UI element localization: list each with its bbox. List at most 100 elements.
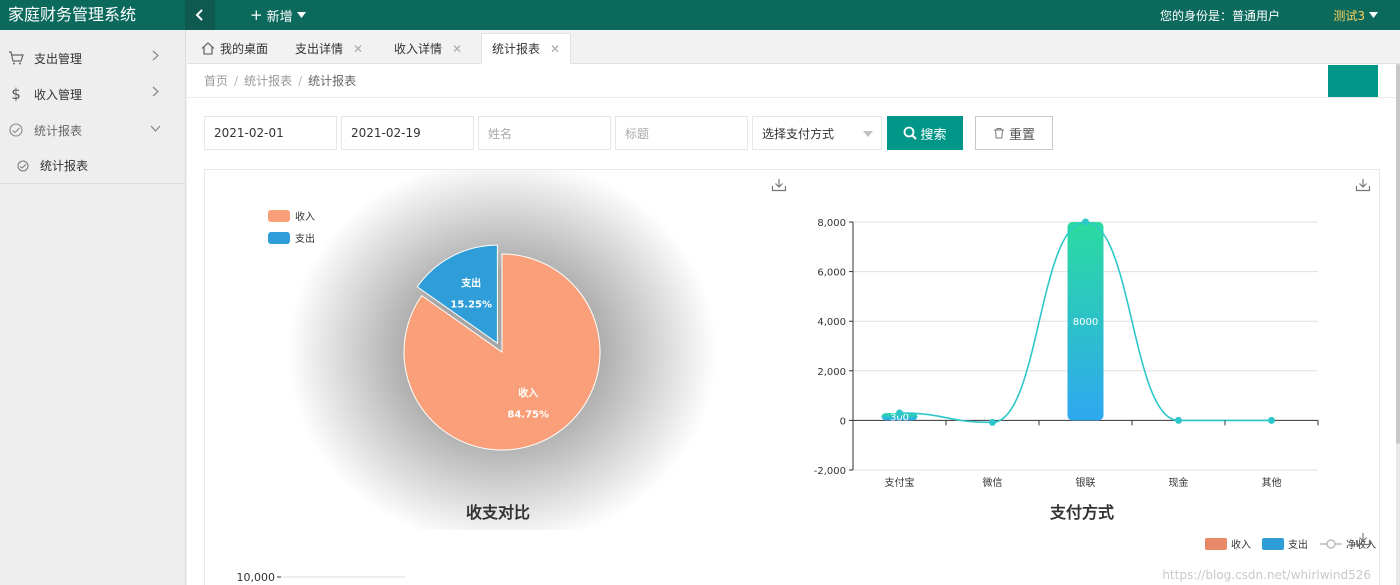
sidebar-item-label: 支出管理 — [34, 51, 83, 66]
caret-down-icon — [296, 12, 306, 18]
line-point[interactable] — [1175, 416, 1182, 424]
breadcrumb-home[interactable]: 首页 — [204, 74, 228, 88]
username: 测试3 — [1333, 8, 1365, 23]
cart-icon — [8, 50, 24, 66]
search-button[interactable]: 搜索 — [887, 116, 963, 150]
y-tick-label: 2,000 — [817, 367, 846, 378]
sidebar-item-label: 统计报表 — [34, 123, 83, 138]
line-point[interactable] — [989, 418, 996, 426]
download-icon[interactable] — [1355, 532, 1371, 546]
search-button-label: 搜索 — [920, 127, 947, 143]
close-icon[interactable]: ✕ — [550, 42, 560, 56]
legend-marker — [1326, 539, 1336, 549]
pie-slice-label: 收入 — [518, 386, 538, 399]
tab-statistics[interactable]: 统计报表 ✕ — [481, 33, 572, 64]
end-date-input[interactable]: 2021-02-19 — [341, 116, 474, 150]
tab-income-detail[interactable]: 收入详情 ✕ — [384, 33, 472, 64]
pie-slice-label: 支出 — [460, 277, 481, 290]
caret-down-icon — [1369, 12, 1378, 18]
legend-label[interactable]: 收入 — [295, 210, 315, 223]
clock-icon — [8, 122, 24, 138]
scrollbar-thumb[interactable] — [1396, 64, 1400, 444]
legend-label[interactable]: 支出 — [295, 232, 315, 245]
x-tick-label: 支付宝 — [885, 476, 915, 489]
legend-swatch[interactable] — [1205, 538, 1227, 550]
line-point[interactable] — [896, 409, 903, 417]
chevron-left-icon — [195, 9, 203, 21]
plus-icon: + — [250, 6, 263, 24]
add-menu-label: 新增 — [266, 9, 293, 25]
home-icon — [201, 42, 215, 55]
chevron-down-icon — [150, 125, 161, 132]
legend-swatch[interactable] — [268, 210, 290, 222]
income-expense-pie-chart: 收入84.75%支出15.25% 收入支出 收支对比 — [268, 170, 717, 530]
legend-label[interactable]: 收入 — [1231, 538, 1251, 551]
close-icon[interactable]: ✕ — [452, 42, 462, 56]
y-tick-label: 8,000 — [817, 218, 846, 229]
tab-expense-detail[interactable]: 支出详情 ✕ — [285, 33, 373, 64]
payment-method-select[interactable]: 选择支付方式 — [752, 116, 882, 150]
line-point[interactable] — [1082, 218, 1089, 226]
line-point[interactable] — [1268, 416, 1275, 424]
y-tick-label: 6,000 — [817, 268, 846, 279]
download-icon[interactable] — [1355, 178, 1371, 192]
search-icon — [904, 126, 918, 140]
tab-desktop[interactable]: 我的桌面 — [191, 33, 278, 64]
chart-panel: 收入 84.75% 支出 15.25% 收入 支出 收支对比 8,000 6,000 4,0… — [204, 169, 1380, 585]
tab-label: 支出详情 — [295, 42, 344, 56]
legend-swatch[interactable] — [268, 232, 290, 244]
app-title: 家庭财务管理系统 — [8, 5, 137, 24]
user-menu[interactable]: 测试3 — [1333, 0, 1378, 30]
sidebar-item-reports[interactable]: 统计报表 — [0, 112, 185, 148]
sidebar-collapse-button[interactable] — [185, 0, 215, 30]
start-date-input[interactable]: 2021-02-01 — [204, 116, 337, 150]
sidebar: 支出管理 $ 收入管理 统计报表 统计报表 — [0, 30, 186, 585]
bar-data-label: 8000 — [1073, 317, 1098, 328]
reset-button[interactable]: 重置 — [975, 116, 1053, 150]
top-bar: 家庭财务管理系统 + 新增 您的身份是：普通用户 测试3 — [0, 0, 1400, 30]
add-menu[interactable]: + 新增 — [250, 0, 306, 30]
x-tick-label: 现金 — [1169, 476, 1189, 489]
sidebar-item-income[interactable]: $ 收入管理 — [0, 76, 185, 112]
sidebar-item-label: 收入管理 — [34, 87, 83, 102]
legend-swatch[interactable] — [1262, 538, 1284, 550]
divider — [187, 97, 1400, 98]
tab-label: 我的桌面 — [220, 42, 269, 56]
chevron-right-icon — [152, 86, 159, 97]
breadcrumb-section[interactable]: 统计报表 — [244, 74, 292, 88]
identity-text: 您的身份是：普通用户 — [1159, 8, 1280, 23]
payment-method-select-value: 选择支付方式 — [762, 126, 835, 141]
pie-slice-percent: 15.25% — [450, 300, 492, 311]
y-tick-label: -2,000 — [814, 466, 846, 477]
y-tick-label: 0 — [840, 416, 846, 427]
tab-bar: 我的桌面 支出详情 ✕ 收入详情 ✕ 统计报表 ✕ — [187, 30, 1400, 64]
reset-button-label: 重置 — [1008, 127, 1035, 143]
caret-down-icon — [863, 131, 873, 137]
name-input[interactable]: 姓名 — [478, 116, 611, 150]
pie-chart-title: 收支对比 — [466, 503, 530, 522]
sidebar-subitem-label: 统计报表 — [40, 159, 89, 173]
title-input[interactable]: 标题 — [615, 116, 748, 150]
sidebar-item-expense[interactable]: 支出管理 — [0, 40, 185, 76]
chevron-right-icon — [152, 50, 159, 61]
scrollbar[interactable] — [1396, 64, 1400, 585]
watermark: https://blog.csdn.net/whirlwind526 — [1162, 568, 1371, 582]
bar-chart-title: 支付方式 — [1049, 503, 1114, 522]
trash-icon — [993, 128, 1004, 139]
payment-method-chart: 8,0006,0004,0002,0000-2,000 3008000 支付宝微… — [814, 218, 1376, 551]
refresh-button[interactable] — [1328, 65, 1378, 97]
x-tick-label: 其他 — [1262, 476, 1282, 489]
sidebar-subitem-reports[interactable]: 统计报表 — [0, 148, 185, 184]
third-chart-partial: 10,000 — [237, 571, 405, 584]
legend-label[interactable]: 支出 — [1288, 538, 1308, 551]
x-tick-label: 微信 — [983, 476, 1003, 489]
close-icon[interactable]: ✕ — [353, 42, 363, 56]
y-tick-label: 10,000 — [237, 571, 276, 584]
breadcrumb-current: 统计报表 — [308, 74, 357, 88]
tab-label: 收入详情 — [394, 42, 443, 56]
dollar-icon: $ — [11, 85, 21, 103]
y-tick-label: 4,000 — [817, 317, 846, 328]
pie-slice-percent: 84.75% — [507, 409, 549, 420]
clock-icon — [16, 159, 30, 173]
x-tick-label: 银联 — [1076, 476, 1096, 489]
